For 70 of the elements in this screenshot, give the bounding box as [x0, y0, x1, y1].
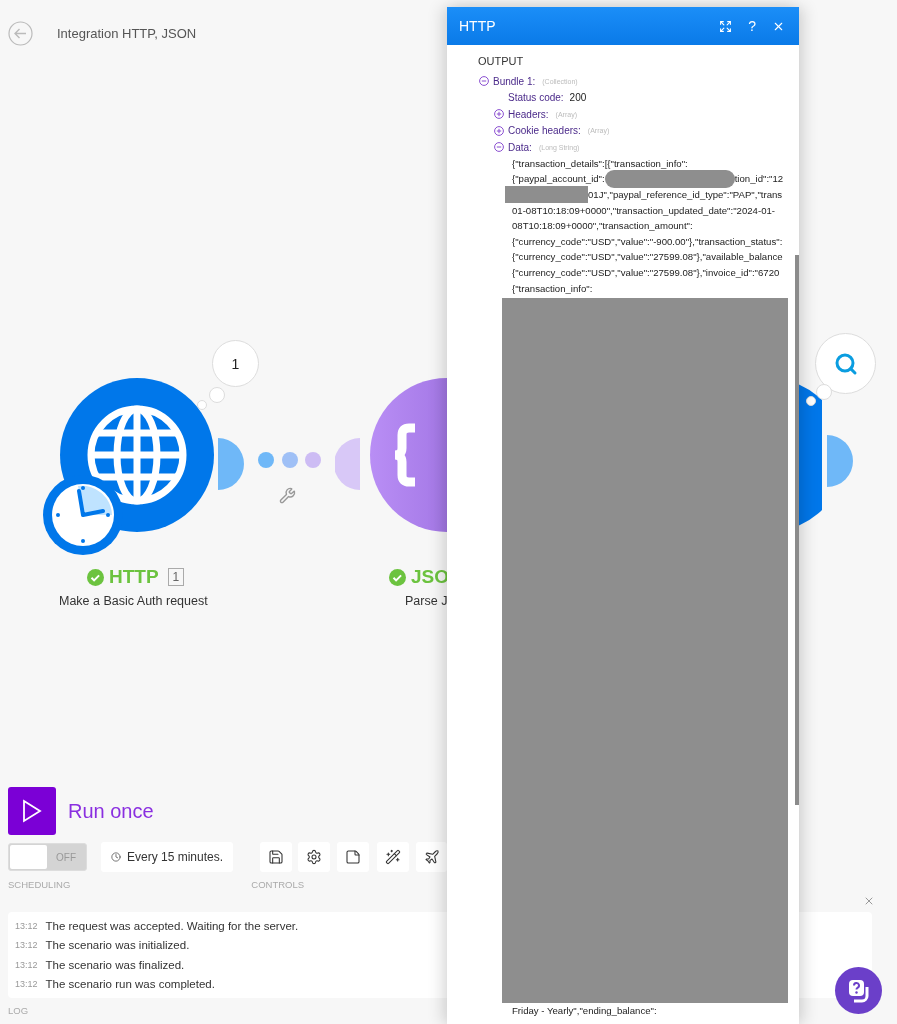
- tree-value: 200: [569, 92, 587, 104]
- data-text: {"transaction_info":: [512, 282, 593, 294]
- data-text: {"transaction_details":[{"transaction_info":: [512, 157, 688, 169]
- scenario-title: Integration HTTP, JSON: [57, 25, 197, 41]
- tree-key: Data:: [508, 141, 532, 153]
- operations-count: 1: [167, 568, 185, 586]
- gear-icon: [306, 849, 322, 865]
- data-text: Friday - Yearly","ending_balance":: [512, 1005, 657, 1017]
- collapse-icon[interactable]: [494, 142, 504, 153]
- collapse-icon[interactable]: [479, 76, 489, 87]
- tree-key: Cookie headers:: [508, 125, 581, 137]
- data-text: {"paypal_account_id":: [512, 173, 605, 185]
- data-text: tion_id":"12: [734, 173, 784, 185]
- run-once-label[interactable]: Run once: [68, 799, 154, 823]
- gear-button[interactable]: [298, 842, 330, 872]
- connection-dot: [305, 452, 321, 468]
- bubble-dot: [209, 387, 225, 403]
- section-label: CONTROLS: [251, 879, 305, 891]
- airplane-button[interactable]: [416, 842, 447, 872]
- help-button[interactable]: ?: [748, 18, 756, 34]
- section-heading: OUTPUT: [478, 55, 525, 69]
- section-label: LOG: [8, 1005, 29, 1016]
- close-icon[interactable]: [863, 895, 875, 907]
- counter-bubble: 1: [212, 340, 259, 387]
- connector-icon: [218, 438, 245, 490]
- play-icon: [21, 799, 43, 823]
- panel-title: HTTP: [459, 18, 497, 34]
- tree-key: Headers:: [508, 108, 549, 120]
- tree-key: Status code:: [508, 92, 564, 104]
- schedule-button[interactable]: Every 15 minutes.: [101, 842, 233, 872]
- magic-wand-icon: [385, 849, 401, 865]
- wrench-icon[interactable]: [279, 487, 296, 504]
- module-description: Make a Basic Auth request: [59, 594, 208, 608]
- help-button[interactable]: [835, 967, 882, 1014]
- data-text: {"currency_code":"USD","value":"-900.00"},"transaction_status":: [512, 235, 783, 247]
- airplane-icon: [423, 849, 440, 865]
- connection-dot: [282, 452, 298, 468]
- magic-wand-button[interactable]: [377, 842, 409, 872]
- connector-icon: [827, 435, 853, 487]
- note-icon: [345, 849, 361, 865]
- data-text: {"currency_code":"USD","value":"27599.08"},"invoice_id":"6720: [512, 266, 780, 278]
- clock-icon: [43, 475, 123, 555]
- search-icon: [833, 351, 858, 376]
- connection-dot: [258, 452, 274, 468]
- log-message: The scenario was finalized.: [45, 958, 185, 971]
- save-button[interactable]: [260, 842, 292, 872]
- data-text: 08T10:18:09+0000","transaction_amount":: [512, 220, 693, 232]
- log-message: The scenario was initialized.: [45, 939, 190, 952]
- section-label: SCHEDULING: [8, 879, 71, 891]
- log-message: The request was accepted. Waiting for the server.: [45, 919, 299, 932]
- log-time: 13:12: [15, 979, 38, 990]
- data-text: {"currency_code":"USD","value":"27599.08"},"available_balance: [512, 251, 783, 263]
- log-message: The scenario run was completed.: [45, 978, 215, 991]
- save-icon: [268, 849, 284, 865]
- module-description: Parse J: [405, 594, 448, 608]
- expand-icon[interactable]: [494, 109, 504, 120]
- log-time: 13:12: [15, 959, 38, 970]
- module-name: HTTP: [109, 566, 159, 588]
- expand-icon[interactable]: [494, 125, 504, 136]
- data-text: 01-08T10:18:09+0000","transaction_updated_date":"2024-01-: [512, 204, 775, 216]
- run-once-button[interactable]: [8, 787, 56, 835]
- tree-key: Bundle 1:: [493, 75, 536, 87]
- module-name: JSO: [411, 566, 450, 588]
- log-time: 13:12: [15, 940, 38, 951]
- connector-icon: [335, 438, 360, 490]
- expand-icon[interactable]: [719, 19, 733, 33]
- log-time: 13:12: [15, 920, 38, 931]
- note-button[interactable]: [337, 842, 369, 872]
- data-text: 01J","paypal_reference_id_type":"PAP","trans: [588, 189, 783, 200]
- clock-icon: [111, 849, 121, 865]
